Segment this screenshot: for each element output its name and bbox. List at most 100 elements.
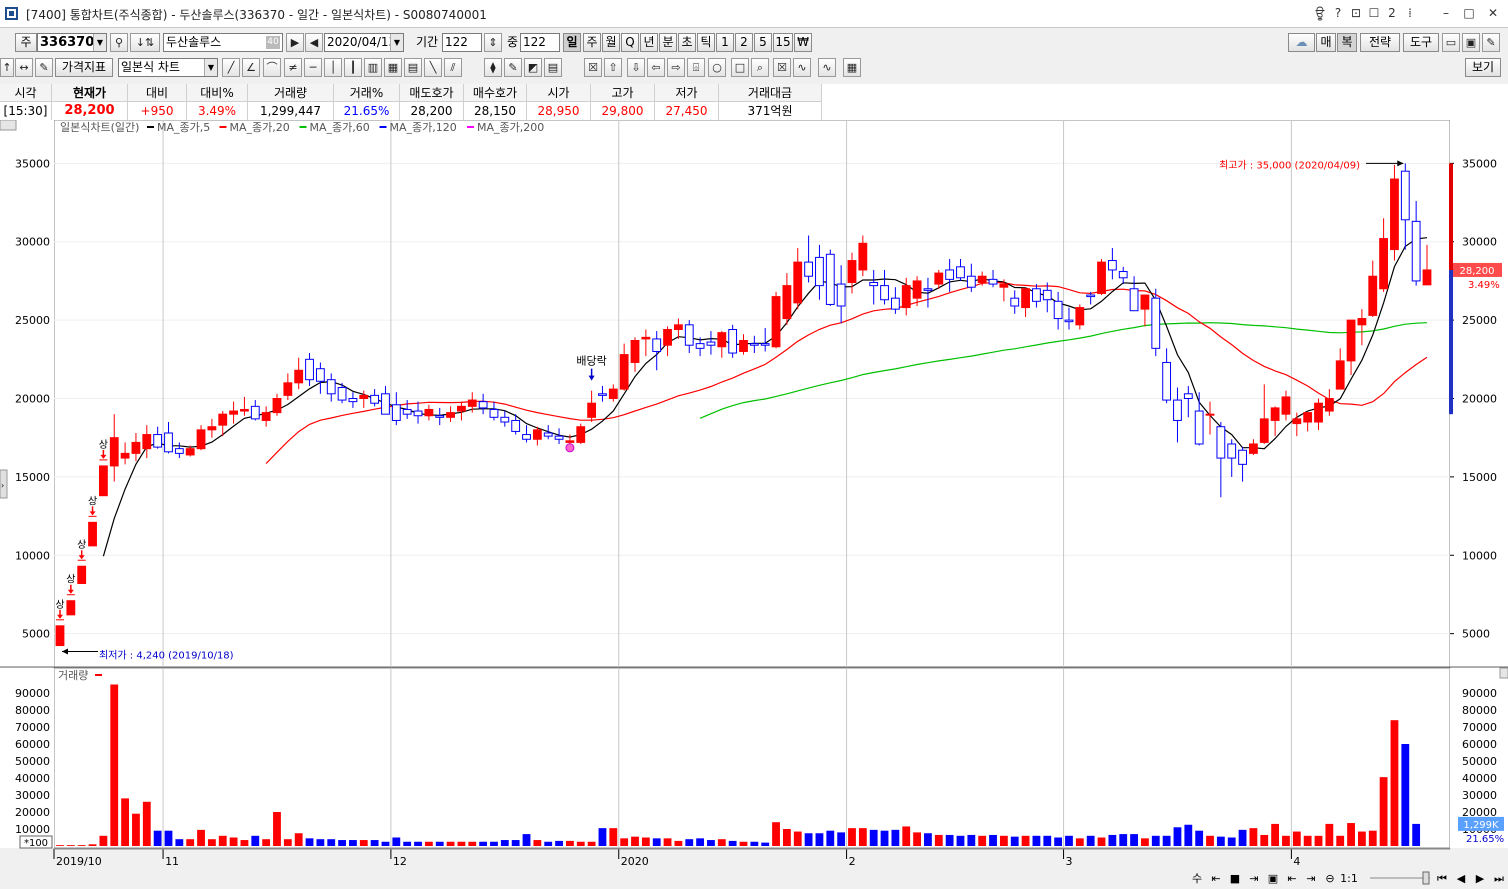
- period-button[interactable]: ₩: [794, 33, 812, 52]
- link-count[interactable]: 2: [1385, 4, 1399, 22]
- drawing-tool-icon[interactable]: ○: [708, 58, 726, 77]
- more-icon[interactable]: ⁞: [1403, 4, 1417, 22]
- scroll-up-icon[interactable]: ↑: [0, 58, 14, 77]
- drawing-tool-icon[interactable]: ☒: [773, 58, 791, 77]
- drawing-tool-icon[interactable]: ▦: [384, 58, 402, 77]
- period-step-icon[interactable]: ⇕: [484, 33, 502, 52]
- expand-arrow-icon: ›: [1, 481, 4, 490]
- sort-icon[interactable]: ↓⇅: [130, 33, 160, 52]
- drawing-tool-icon[interactable]: ⌹: [687, 58, 705, 77]
- volume-bar: [132, 813, 140, 846]
- drawing-tool-icon[interactable]: ┃: [344, 58, 362, 77]
- period-button[interactable]: 틱: [697, 33, 715, 52]
- drawing-tool-icon[interactable]: ◩: [524, 58, 542, 77]
- link-icon[interactable]: ⊡: [1349, 4, 1363, 22]
- multi-button[interactable]: 복: [1337, 33, 1357, 52]
- title-bar: [7400] 통합차트(주식종합) - 두산솔루스(336370 - 일간 - …: [0, 0, 1508, 28]
- save-icon[interactable]: ▣: [1462, 33, 1480, 52]
- wrench-icon[interactable]: ✎: [1482, 33, 1500, 52]
- market-button[interactable]: 주: [15, 33, 37, 52]
- scroll-control-icon: ▣: [1268, 872, 1278, 885]
- x-axis-label: 2: [849, 855, 856, 868]
- expand-horizontal-icon[interactable]: ↔: [15, 58, 33, 77]
- drawing-tool-icon[interactable]: ▤: [404, 58, 422, 77]
- chevron-down-icon[interactable]: ▼: [93, 34, 106, 51]
- drawing-tool-icon[interactable]: ∿: [818, 58, 836, 77]
- drawing-tool-icon[interactable]: ⇧: [604, 58, 622, 77]
- maximize-icon[interactable]: □: [1461, 4, 1477, 22]
- price-indicator-button[interactable]: 가격지표: [55, 58, 113, 77]
- minimize-icon[interactable]: –: [1438, 4, 1454, 22]
- trade-button[interactable]: 매: [1316, 33, 1336, 52]
- period-button[interactable]: 5: [754, 33, 772, 52]
- drawing-tool-icon[interactable]: ⌒: [263, 58, 281, 77]
- mid-input[interactable]: 122: [520, 33, 560, 52]
- edit-icon[interactable]: ✎: [35, 58, 53, 77]
- date-input[interactable]: 2020/04/13 ▼: [324, 33, 404, 52]
- chart-type-select[interactable]: 일본식 차트 ▼: [118, 58, 218, 77]
- period-button[interactable]: 월: [602, 33, 620, 52]
- drawing-tool-icon[interactable]: ╱: [222, 58, 240, 77]
- period-button[interactable]: 1: [716, 33, 734, 52]
- drawing-tool-icon[interactable]: ▥: [364, 58, 382, 77]
- restore-small-icon[interactable]: ☐: [1367, 4, 1381, 22]
- drawing-tool-icon[interactable]: ∿: [793, 58, 811, 77]
- candle-body: [413, 410, 423, 417]
- volume-bar: [1173, 827, 1182, 846]
- tools-button[interactable]: 도구: [1403, 33, 1439, 52]
- search-icon[interactable]: ⚲: [110, 33, 128, 52]
- drawing-tool-icon[interactable]: ✎: [504, 58, 522, 77]
- volume-bar: [1390, 720, 1399, 846]
- drawing-tool-icon[interactable]: □: [731, 58, 749, 77]
- next-arrow-icon[interactable]: ▶: [286, 33, 304, 52]
- period-button[interactable]: 15: [773, 33, 793, 52]
- drawing-tool-icon[interactable]: ⇩: [627, 58, 645, 77]
- calendar-dropdown-icon[interactable]: ▼: [390, 34, 403, 51]
- drawing-tool-icon[interactable]: ⫽: [444, 58, 462, 77]
- period-button[interactable]: 년: [640, 33, 658, 52]
- stock-name-field[interactable]: 두산솔루스 40: [163, 33, 283, 52]
- drawing-tool-icon[interactable]: ≠: [284, 58, 302, 77]
- drawing-tool-icon[interactable]: │: [324, 58, 342, 77]
- drawing-tool-icon[interactable]: ▤: [544, 58, 562, 77]
- period-button[interactable]: Q: [621, 33, 639, 52]
- drawing-tool-icon[interactable]: ⇦: [647, 58, 665, 77]
- drawing-tool-icon[interactable]: ⧫: [484, 58, 502, 77]
- volume-tick-label-right: 70000: [1462, 721, 1497, 734]
- volume-bar: [88, 844, 97, 846]
- prev-arrow-icon[interactable]: ◀: [305, 33, 323, 52]
- drawing-tool-icon[interactable]: ▦: [843, 58, 861, 77]
- view-button[interactable]: 보기: [1465, 58, 1501, 77]
- quote-value: [15:30]: [0, 102, 52, 120]
- drawing-tool-icon[interactable]: ⇨: [667, 58, 685, 77]
- candle-body: [337, 387, 347, 401]
- period-button[interactable]: 2: [735, 33, 753, 52]
- folder-icon[interactable]: ▭: [1442, 33, 1460, 52]
- strategy-button[interactable]: 전략: [1360, 33, 1400, 52]
- drawing-tool-icon[interactable]: ⌕: [751, 58, 769, 77]
- candle-body: [532, 429, 542, 440]
- cloud-button[interactable]: ☁: [1288, 33, 1315, 52]
- close-icon[interactable]: ✕: [1485, 4, 1501, 22]
- pin-icon[interactable]: ਊ: [1313, 4, 1327, 22]
- period-input[interactable]: 122: [442, 33, 482, 52]
- drawing-tool-icon[interactable]: ☒: [584, 58, 602, 77]
- period-button[interactable]: 분: [659, 33, 677, 52]
- candle-body: [793, 261, 803, 304]
- period-button[interactable]: 초: [678, 33, 696, 52]
- candle-body: [1129, 288, 1139, 312]
- price-tick-label: 35000: [15, 157, 50, 170]
- drawing-tool-icon[interactable]: ─: [304, 58, 322, 77]
- range-bar-up: [1449, 163, 1453, 270]
- quote-table: 시각 [15:30] 현재가 28,200 대비 +950 대비% 3.49% 거래량 1,299…: [0, 84, 1508, 120]
- volume-bar: [99, 835, 108, 846]
- help-icon[interactable]: ?: [1331, 4, 1345, 22]
- drawing-tool-icon[interactable]: ╲: [424, 58, 442, 77]
- stock-chart[interactable]: 35000 3500030000 3000025000 2500020000 20000…: [0, 120, 1508, 889]
- stock-code-input[interactable]: 336370 ▼: [37, 33, 107, 52]
- period-button[interactable]: 일: [563, 33, 581, 52]
- chevron-down-icon[interactable]: ▼: [204, 59, 217, 76]
- period-button[interactable]: 주: [583, 33, 601, 52]
- volume-bar: [555, 840, 563, 846]
- drawing-tool-icon[interactable]: ∠: [242, 58, 260, 77]
